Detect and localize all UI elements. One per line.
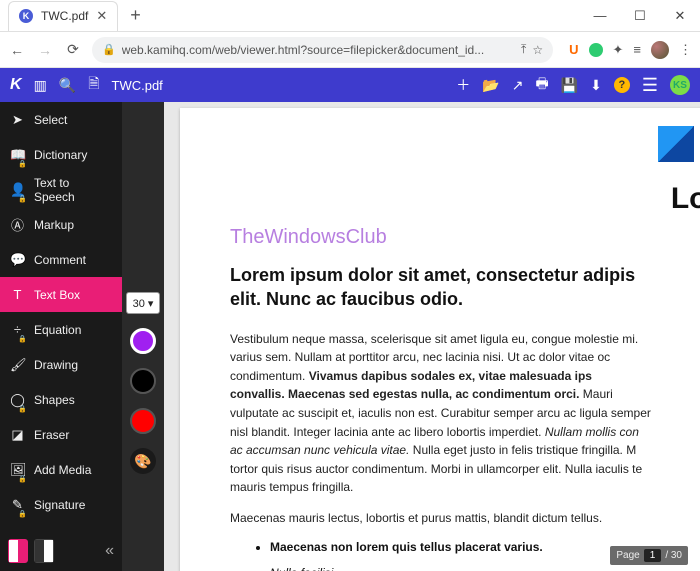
find-icon[interactable]: 🔍: [59, 77, 76, 94]
open-file-icon[interactable]: 🗎: [88, 73, 99, 97]
nav-forward-icon[interactable]: →: [36, 42, 54, 58]
extensions-puzzle-icon[interactable]: ✦: [613, 42, 624, 58]
tool-dictionary[interactable]: 📖🔒Dictionary: [0, 137, 122, 172]
pdf-page: TheWindowsClub Lorem ipsum TheWindowsClu…: [180, 108, 700, 571]
tool-select[interactable]: ➤Select: [0, 102, 122, 137]
profile-avatar[interactable]: [651, 41, 669, 59]
extension-list-icon[interactable]: ≡: [633, 42, 641, 57]
print-icon[interactable]: 🖶: [535, 73, 548, 97]
tool-markup[interactable]: ⒶMarkup: [0, 207, 122, 242]
url-bar[interactable]: 🔒 web.kamihq.com/web/viewer.html?source=…: [92, 37, 553, 63]
tool-add-media[interactable]: 🖼🔒Add Media: [0, 452, 122, 487]
view-mode-split[interactable]: [8, 539, 28, 563]
page-current[interactable]: 1: [644, 549, 662, 562]
doc-paragraph: Vestibulum neque massa, scelerisque sit …: [230, 330, 700, 497]
kami-menu-icon[interactable]: ☰: [642, 75, 658, 96]
nav-reload-icon[interactable]: ⟳: [64, 41, 82, 58]
textbox-icon: T: [10, 287, 25, 302]
page-label: Page: [616, 550, 639, 561]
lock-badge-icon: 🔒: [18, 475, 27, 483]
eraser-icon: ◪: [10, 427, 25, 443]
lock-badge-icon: 🔒: [18, 510, 27, 518]
toggle-sidebar-icon[interactable]: ▥: [34, 77, 47, 94]
tools-sidebar: ➤Select 📖🔒Dictionary 👤🔒Text to Speech ⒶM…: [0, 102, 122, 571]
color-palette-button[interactable]: 🎨: [130, 448, 156, 474]
new-tab-button[interactable]: +: [130, 5, 141, 26]
download-icon[interactable]: ⬇: [590, 77, 602, 94]
add-icon[interactable]: ＋: [456, 75, 470, 95]
user-badge[interactable]: KS: [670, 75, 690, 95]
lock-badge-icon: 🔒: [18, 405, 27, 413]
color-swatch-red[interactable]: [130, 408, 156, 434]
tool-drawing[interactable]: 🖌Drawing: [0, 347, 122, 382]
color-swatch-purple[interactable]: [130, 328, 156, 354]
page-total: / 30: [665, 550, 682, 561]
comment-icon: 💬: [10, 252, 25, 268]
font-size-selector[interactable]: 30 ▾: [126, 292, 160, 314]
doc-heading-2: Lorem ipsum dolor sit amet, consectetur …: [230, 263, 700, 312]
brush-icon: 🖌: [10, 357, 25, 373]
doc-heading-1: Lorem ipsum: [190, 182, 700, 216]
window-minimize-icon[interactable]: ―: [580, 0, 620, 32]
kami-logo[interactable]: K: [10, 76, 22, 94]
help-icon[interactable]: ?: [614, 77, 630, 93]
tool-comment[interactable]: 💬Comment: [0, 242, 122, 277]
document-filename: TWC.pdf: [112, 78, 163, 93]
share-icon[interactable]: ↗: [512, 77, 524, 94]
document-viewport[interactable]: TheWindowsClub Lorem ipsum TheWindowsClu…: [164, 102, 700, 571]
lock-icon: 🔒: [102, 43, 116, 56]
tool-text-to-speech[interactable]: 👤🔒Text to Speech: [0, 172, 122, 207]
window-close-icon[interactable]: ✕: [660, 0, 700, 32]
extension-green-icon[interactable]: [589, 43, 603, 57]
twc-logo-icon: [658, 126, 694, 162]
tab-close-icon[interactable]: ✕: [96, 8, 107, 24]
tool-shapes[interactable]: ◯🔒Shapes: [0, 382, 122, 417]
collapse-sidebar-icon[interactable]: «: [105, 542, 114, 560]
window-maximize-icon[interactable]: ☐: [620, 0, 660, 32]
install-app-icon[interactable]: ⤒: [521, 42, 526, 57]
tool-signature[interactable]: ✎🔒Signature: [0, 487, 122, 522]
lock-badge-icon: 🔒: [18, 160, 27, 168]
save-icon[interactable]: 💾: [561, 77, 578, 94]
nav-back-icon[interactable]: ←: [8, 42, 26, 58]
cursor-icon: ➤: [10, 112, 25, 128]
list-item: Nulla facilisi: [270, 566, 700, 571]
kami-favicon: K: [19, 9, 33, 23]
view-mode-single[interactable]: [34, 539, 54, 563]
folder-open-icon[interactable]: 📂: [482, 77, 499, 94]
tool-eraser[interactable]: ◪Eraser: [0, 417, 122, 452]
lock-badge-icon: 🔒: [18, 335, 27, 343]
bookmark-star-icon[interactable]: ☆: [532, 43, 543, 57]
url-text: web.kamihq.com/web/viewer.html?source=fi…: [122, 43, 515, 57]
tool-equation[interactable]: ÷🔒Equation: [0, 312, 122, 347]
lock-badge-icon: 🔒: [18, 195, 27, 203]
extension-u-icon[interactable]: U: [569, 42, 578, 57]
tool-options-column: 30 ▾ 🎨: [122, 102, 164, 571]
doc-paragraph: Maecenas mauris lectus, lobortis et puru…: [230, 509, 700, 528]
color-swatch-black[interactable]: [130, 368, 156, 394]
watermark-text: TheWindowsClub: [230, 226, 700, 249]
browser-tab[interactable]: K TWC.pdf ✕: [8, 1, 118, 31]
markup-icon: Ⓐ: [10, 215, 25, 234]
tab-title: TWC.pdf: [41, 9, 88, 23]
page-indicator[interactable]: Page 1 / 30: [610, 546, 688, 565]
browser-menu-icon[interactable]: ⋮: [679, 42, 692, 58]
tool-text-box[interactable]: TText Box: [0, 277, 122, 312]
